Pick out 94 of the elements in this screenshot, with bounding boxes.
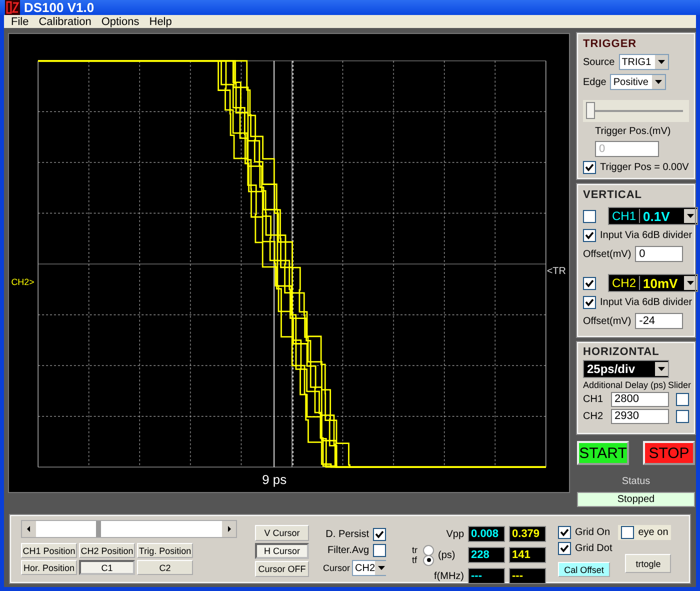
- window-title: DS100 V1.0: [24, 0, 94, 15]
- checkbox-label: Grid On: [575, 527, 610, 538]
- scale-value: 10mV: [643, 276, 678, 290]
- trigger-marker: <TR: [546, 266, 566, 277]
- menu-item[interactable]: Help: [144, 16, 177, 28]
- scrollbar[interactable]: [21, 520, 237, 538]
- checkbox-label: D. Persist: [326, 529, 370, 540]
- edge-select[interactable]: Positive: [610, 74, 666, 90]
- field-label: CH1: [583, 394, 604, 405]
- caret-icon: [654, 55, 668, 69]
- field-label: Additional Delay (ps): [583, 380, 666, 390]
- checkbox-label: Grid Dot: [575, 543, 612, 554]
- toggle-button[interactable]: trtogle: [625, 554, 672, 573]
- position-button[interactable]: CH1 Position: [21, 543, 77, 558]
- delay-field[interactable]: 2800: [610, 392, 668, 407]
- position-button[interactable]: Trig. Position: [137, 543, 193, 558]
- field-label: Source: [583, 56, 615, 68]
- section-title: HORIZONTAL: [583, 346, 660, 358]
- section-title: TRIGGER: [583, 38, 638, 50]
- reading-value: 141: [512, 550, 530, 561]
- cursor-button[interactable]: H Cursor: [255, 543, 309, 559]
- position-button[interactable]: CH2 Position: [79, 543, 135, 558]
- scroll-right-icon[interactable]: [222, 521, 236, 537]
- field-label: Cursor: [323, 563, 350, 573]
- field-label: Offset(mV): [583, 316, 632, 326]
- offset-field[interactable]: -24: [635, 313, 684, 329]
- checkbox-label: Input Via 6dB divider: [600, 230, 692, 241]
- reading-value: ---: [471, 571, 482, 582]
- radio-button[interactable]: [423, 554, 434, 566]
- stop-button[interactable]: STOP: [643, 441, 695, 465]
- reading-value: 0.379: [512, 529, 540, 540]
- field-label: Trigger Pos.(mV): [594, 126, 672, 137]
- menu-item[interactable]: Calibration: [34, 16, 96, 28]
- field-label: f(MHz): [434, 570, 464, 582]
- cursor-line[interactable]: [292, 60, 294, 468]
- timebase-select[interactable]: 25ps/div: [583, 360, 669, 378]
- trigger-slider[interactable]: [583, 100, 689, 122]
- field-label: Slider: [668, 380, 692, 390]
- reading-value: 228: [471, 550, 490, 561]
- checkbox[interactable]: [373, 544, 386, 557]
- menu-item[interactable]: Options: [96, 16, 144, 28]
- position-button[interactable]: Hor. Position: [21, 560, 77, 575]
- cursor-button[interactable]: V Cursor: [255, 525, 309, 541]
- reading-value: ---: [512, 571, 524, 582]
- checkbox[interactable]: [583, 210, 596, 222]
- checkbox-label: Filter.Avg: [328, 545, 370, 556]
- slider-thumb[interactable]: [586, 102, 596, 119]
- cal-offset-button[interactable]: Cal Offset: [558, 562, 610, 577]
- radio-label: tr: [412, 545, 419, 555]
- checkbox-label: eye on: [638, 527, 668, 538]
- checkbox[interactable]: [676, 410, 689, 423]
- offset-field[interactable]: 0: [635, 246, 684, 262]
- checkbox-label: Input Via 6dB divider: [600, 297, 692, 308]
- source-select[interactable]: TRIG1: [618, 54, 669, 70]
- caret-icon: [652, 75, 666, 89]
- position-button[interactable]: C1: [79, 560, 135, 575]
- menu-item[interactable]: File: [6, 16, 34, 28]
- section-title: VERTICAL: [583, 189, 643, 201]
- checkbox[interactable]: [558, 526, 572, 539]
- scroll-thumb[interactable]: [96, 521, 101, 537]
- field-label: Edge: [583, 76, 606, 88]
- checkbox-label: Trigger Pos = 0.00V: [600, 162, 689, 173]
- channel-scale-select[interactable]: CH1 0.1V: [608, 207, 698, 225]
- radio-button[interactable]: [423, 544, 434, 556]
- caret-icon: [655, 362, 668, 376]
- cursor-reading: 9 ps: [262, 472, 287, 488]
- checkbox[interactable]: [583, 296, 596, 309]
- checkbox[interactable]: [676, 393, 689, 406]
- status-field: Stopped: [577, 492, 695, 507]
- field-label: CH2: [583, 411, 604, 422]
- cursor-button[interactable]: Cursor OFF: [255, 561, 309, 577]
- app-icon: [5, 0, 20, 15]
- checkbox[interactable]: [583, 276, 596, 290]
- radio-label: tf: [412, 555, 418, 565]
- field-label: Vpp: [446, 528, 464, 540]
- cursor-select[interactable]: CH2: [352, 560, 386, 576]
- delay-field[interactable]: 2930: [610, 409, 668, 424]
- checkbox[interactable]: [583, 161, 596, 174]
- position-button[interactable]: C2: [137, 560, 193, 575]
- channel-scale-select[interactable]: CH2 10mV: [608, 274, 698, 292]
- field-label: (ps): [438, 550, 456, 560]
- scale-value: 0.1V: [643, 210, 670, 222]
- start-button[interactable]: START: [577, 441, 629, 465]
- reading-value: 0.008: [471, 529, 499, 540]
- checkbox[interactable]: [621, 526, 634, 539]
- checkbox[interactable]: [373, 528, 386, 541]
- checkbox[interactable]: [583, 229, 596, 242]
- status-label: Status: [620, 476, 652, 487]
- checkbox[interactable]: [558, 542, 572, 555]
- scroll-left-icon[interactable]: [22, 521, 36, 537]
- channel-marker: CH2>: [11, 276, 34, 287]
- caret-icon: [375, 561, 388, 575]
- cursor-line[interactable]: [274, 60, 275, 468]
- field-label: Offset(mV): [583, 248, 632, 260]
